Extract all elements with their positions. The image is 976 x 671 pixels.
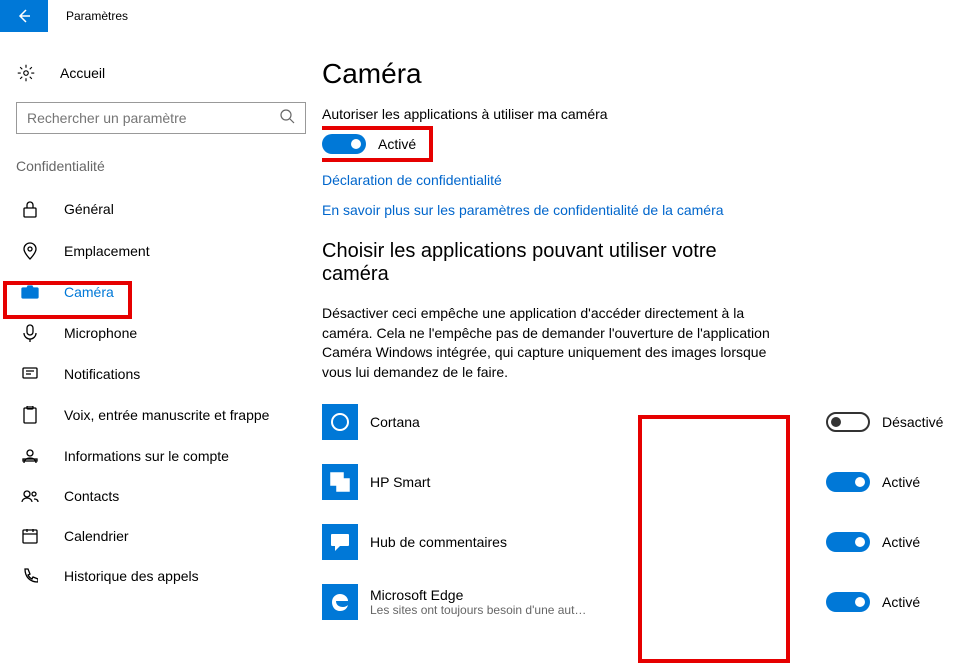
sidebar-item-location[interactable]: Emplacement bbox=[16, 230, 306, 272]
learn-more-link[interactable]: En savoir plus sur les paramètres de con… bbox=[322, 202, 956, 218]
calendar-icon bbox=[20, 528, 40, 544]
home-label: Accueil bbox=[60, 65, 105, 81]
lock-icon bbox=[20, 200, 40, 218]
search-input[interactable] bbox=[16, 102, 306, 134]
nav-label: Général bbox=[64, 201, 114, 217]
toggle-edge[interactable] bbox=[826, 592, 870, 612]
page-title: Caméra bbox=[322, 58, 956, 90]
toggle-cortana[interactable] bbox=[826, 412, 870, 432]
account-icon bbox=[20, 448, 40, 464]
phone-icon bbox=[20, 568, 40, 584]
toggle-label: Activé bbox=[882, 474, 920, 490]
hpsmart-icon bbox=[322, 464, 358, 500]
back-arrow-icon bbox=[16, 8, 32, 24]
toggle-hpsmart[interactable] bbox=[826, 472, 870, 492]
titlebar: Paramètres bbox=[0, 0, 976, 32]
home-link[interactable]: Accueil bbox=[16, 56, 306, 90]
gear-icon bbox=[16, 64, 36, 82]
notification-icon bbox=[20, 366, 40, 382]
edge-icon bbox=[322, 584, 358, 620]
nav-label: Microphone bbox=[64, 325, 137, 341]
sidebar-item-general[interactable]: Général bbox=[16, 188, 306, 230]
main-content: Caméra Autoriser les applications à util… bbox=[322, 32, 976, 671]
allow-apps-label: Autoriser les applications à utiliser ma… bbox=[322, 106, 956, 122]
toggle-label: Activé bbox=[882, 534, 920, 550]
choose-apps-description: Désactiver ceci empêche une application … bbox=[322, 304, 772, 382]
sidebar-item-callhistory[interactable]: Historique des appels bbox=[16, 556, 306, 596]
sidebar-item-speech[interactable]: Voix, entrée manuscrite et frappe bbox=[16, 394, 306, 436]
microphone-icon bbox=[20, 324, 40, 342]
sidebar-item-contacts[interactable]: Contacts bbox=[16, 476, 306, 516]
highlight-main-toggle bbox=[322, 126, 433, 162]
location-icon bbox=[20, 242, 40, 260]
toggle-feedback[interactable] bbox=[826, 532, 870, 552]
nav-label: Informations sur le compte bbox=[64, 448, 229, 464]
nav-label: Contacts bbox=[64, 488, 119, 504]
search-field[interactable] bbox=[27, 110, 279, 126]
cortana-icon bbox=[322, 404, 358, 440]
privacy-statement-link[interactable]: Déclaration de confidentialité bbox=[322, 172, 956, 188]
contacts-icon bbox=[20, 489, 40, 503]
toggle-label: Activé bbox=[882, 594, 920, 610]
choose-apps-heading: Choisir les applications pouvant utilise… bbox=[322, 240, 742, 286]
sidebar-item-calendar[interactable]: Calendrier bbox=[16, 516, 306, 556]
back-button[interactable] bbox=[0, 0, 48, 32]
clipboard-icon bbox=[20, 406, 40, 424]
sidebar-item-notifications[interactable]: Notifications bbox=[16, 354, 306, 394]
nav-label: Historique des appels bbox=[64, 568, 199, 584]
sidebar-item-account[interactable]: Informations sur le compte bbox=[16, 436, 306, 476]
highlight-app-toggles bbox=[638, 415, 790, 663]
nav-label: Voix, entrée manuscrite et frappe bbox=[64, 407, 269, 423]
nav-label: Notifications bbox=[64, 366, 140, 382]
feedback-icon bbox=[322, 524, 358, 560]
search-icon bbox=[279, 108, 295, 129]
highlight-camera-nav bbox=[3, 281, 132, 319]
sidebar: Accueil Confidentialité Général Emplacem… bbox=[0, 32, 322, 671]
window-title: Paramètres bbox=[66, 9, 128, 23]
toggle-label: Désactivé bbox=[882, 414, 943, 430]
section-label: Confidentialité bbox=[16, 158, 306, 174]
nav-label: Emplacement bbox=[64, 243, 150, 259]
nav-label: Calendrier bbox=[64, 528, 129, 544]
